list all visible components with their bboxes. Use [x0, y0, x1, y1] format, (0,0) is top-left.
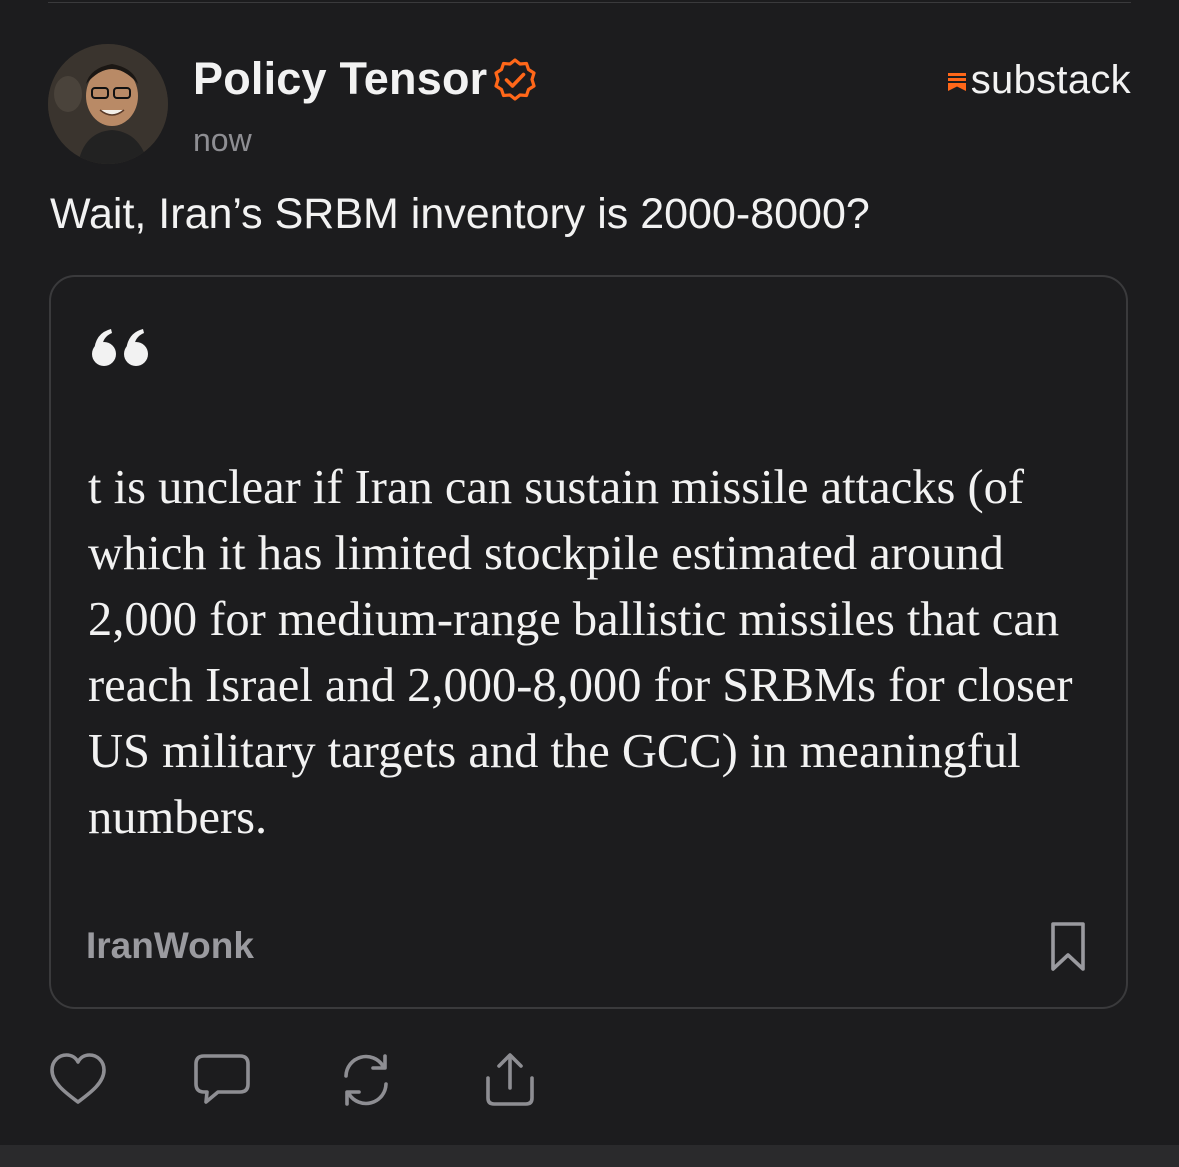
quote-text: t is unclear if Iran can sustain missile… [88, 461, 1073, 844]
bottom-strip [0, 1145, 1179, 1167]
avatar[interactable] [48, 44, 168, 164]
post-text: Wait, Iran’s SRBM inventory is 2000-8000… [50, 190, 870, 238]
quote-card[interactable]: t is unclear if Iran can sustain missile… [49, 275, 1128, 1009]
brand-name: substack [970, 58, 1131, 102]
verified-badge-icon [494, 58, 536, 101]
comment-icon[interactable] [192, 1050, 252, 1110]
substack-logo-icon [947, 72, 966, 91]
post-timestamp: now [193, 122, 252, 158]
avatar-photo [48, 44, 168, 164]
quote-source[interactable]: IranWonk [86, 925, 254, 967]
share-icon[interactable] [480, 1050, 540, 1110]
restack-icon[interactable] [336, 1050, 396, 1110]
bookmark-icon[interactable] [1050, 921, 1086, 973]
author-name[interactable]: Policy Tensor [193, 53, 487, 105]
substack-brand[interactable]: substack [947, 58, 1131, 103]
top-divider [48, 2, 1131, 3]
quote-mark-icon [92, 329, 148, 366]
heart-icon[interactable] [48, 1050, 108, 1110]
